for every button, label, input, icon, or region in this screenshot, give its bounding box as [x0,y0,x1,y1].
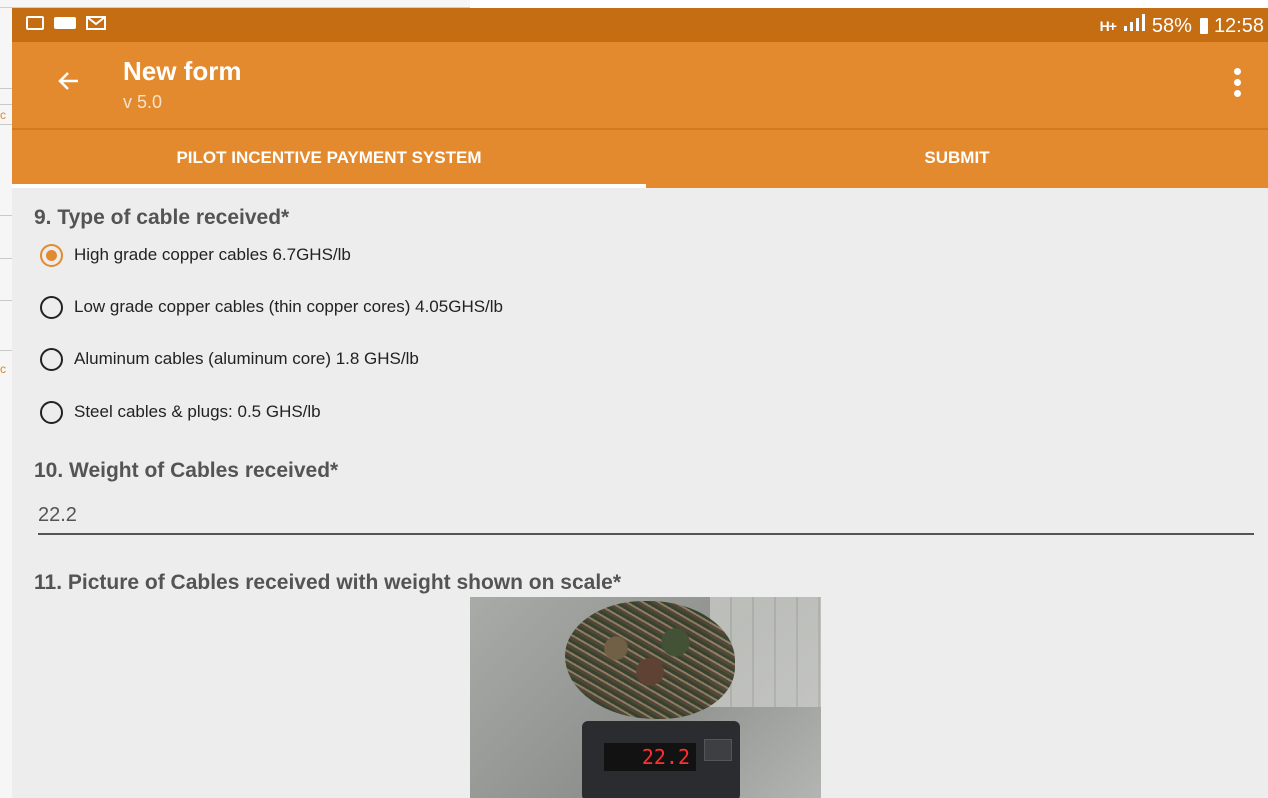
option-high-grade-copper[interactable]: High grade copper cables 6.7GHS/lb [40,240,351,270]
option-label: Aluminum cables (aluminum core) 1.8 GHS/… [74,349,419,368]
question-10-label: 10. Weight of Cables received* [34,459,339,482]
tab-submit[interactable]: SUBMIT [646,130,1268,188]
clock: 12:58 [1213,14,1264,37]
scale-display: 22.2 [604,743,696,771]
radio-button-checked[interactable] [40,243,63,267]
question-9-label: 9. Type of cable received* [34,206,290,229]
question-11-label: 11. Picture of Cables received with weig… [34,571,622,594]
tab-pilot-incentive-payment-system[interactable]: PILOT INCENTIVE PAYMENT SYSTEM [12,130,646,188]
gallery-icon [26,16,44,30]
option-label: High grade copper cables 6.7GHS/lb [74,245,351,264]
weight-input-underline [38,533,1254,535]
signal-icon [1122,14,1146,38]
overflow-menu-icon[interactable] [1234,68,1242,101]
battery-icon [1199,18,1208,34]
mail-icon [86,16,106,30]
weight-input[interactable]: 22.2 [38,504,77,527]
option-low-grade-copper[interactable]: Low grade copper cables (thin copper cor… [40,292,503,322]
tab-bar: PILOT INCENTIVE PAYMENT SYSTEM SUBMIT [12,128,1268,188]
option-steel[interactable]: Steel cables & plugs: 0.5 GHS/lb [40,397,321,427]
scale-button [704,739,732,761]
cable-pile [565,601,735,719]
form-version: v 5.0 [123,92,163,112]
form-title: New form [123,56,242,86]
option-label: Low grade copper cables (thin copper cor… [74,297,504,316]
weighing-scale: 22.2 [582,721,740,798]
radio-button[interactable] [40,400,63,424]
background-window-strip [0,0,470,8]
app-icon [54,17,76,29]
background-window-edge: c c [0,0,12,798]
radio-button[interactable] [40,295,63,319]
network-type: H+ [1099,18,1117,34]
tab-indicator [12,184,646,188]
cables-photo[interactable]: 22.2 [470,597,821,798]
app-bar: New form v 5.0 [12,42,1268,128]
option-aluminum[interactable]: Aluminum cables (aluminum core) 1.8 GHS/… [40,344,419,374]
option-label: Steel cables & plugs: 0.5 GHS/lb [74,402,321,421]
battery-percent: 58% [1151,14,1192,37]
radio-button[interactable] [40,347,63,371]
app-screen: H+ 58% 12:58 New form v 5.0 PILOT INCENT… [12,8,1268,798]
status-bar: H+ 58% 12:58 [12,8,1268,42]
back-arrow-icon[interactable] [56,68,82,99]
